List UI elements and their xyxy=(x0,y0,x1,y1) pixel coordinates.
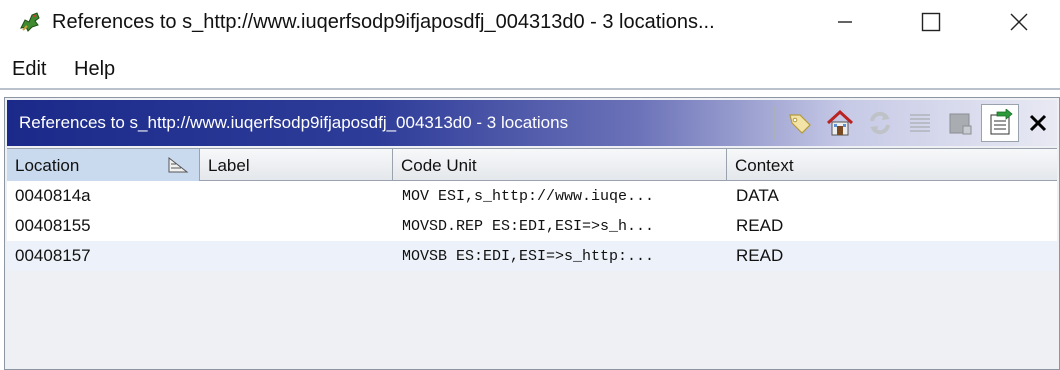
minimize-icon[interactable] xyxy=(822,0,868,44)
cell-location: 0040814a xyxy=(15,186,91,205)
column-label-label: Label xyxy=(208,156,250,175)
column-label-context: Context xyxy=(735,156,794,175)
column-header-label[interactable]: Label xyxy=(200,149,393,181)
cell-code-unit: MOVSD.REP ES:EDI,ESI=>s_h... xyxy=(402,218,655,235)
ghidra-dragon-icon xyxy=(18,10,42,34)
references-table: Location Label Code Unit Context 0040814… xyxy=(7,148,1057,271)
snapshot-icon[interactable] xyxy=(941,104,979,142)
panel-close-icon[interactable] xyxy=(1021,104,1055,142)
cell-code-unit: MOV ESI,s_http://www.iuqe... xyxy=(402,188,655,205)
close-icon[interactable] xyxy=(996,0,1042,44)
menu-bar: Edit Help xyxy=(0,56,1060,84)
cell-location: 00408155 xyxy=(15,216,91,235)
column-header-location[interactable]: Location xyxy=(7,149,200,181)
panel-title: References to s_http://www.iuqerfsodp9if… xyxy=(19,113,569,132)
list-icon[interactable] xyxy=(901,104,939,142)
table-row[interactable]: 00408157 MOVSB ES:EDI,ESI=>s_http:... RE… xyxy=(7,241,1057,271)
table-row[interactable]: 0040814a MOV ESI,s_http://www.iuqe... DA… xyxy=(7,181,1057,211)
refresh-icon[interactable] xyxy=(861,104,899,142)
table-row[interactable]: 00408155 MOVSD.REP ES:EDI,ESI=>s_h... RE… xyxy=(7,211,1057,241)
column-label-code-unit: Code Unit xyxy=(401,156,477,175)
tag-icon[interactable] xyxy=(781,104,819,142)
window-titlebar: References to s_http://www.iuqerfsodp9if… xyxy=(0,0,1060,46)
table-header: Location Label Code Unit Context xyxy=(7,148,1057,181)
cell-code-unit: MOVSB ES:EDI,ESI=>s_http:... xyxy=(402,248,655,265)
export-icon[interactable] xyxy=(981,104,1019,142)
menu-edit[interactable]: Edit xyxy=(12,58,46,81)
references-panel: References to s_http://www.iuqerfsodp9if… xyxy=(4,97,1060,370)
toolbar-divider xyxy=(773,106,775,140)
column-label-location: Location xyxy=(15,156,80,175)
cell-context: READ xyxy=(736,216,784,235)
sort-ascending-icon xyxy=(167,156,189,179)
column-header-code-unit[interactable]: Code Unit xyxy=(393,149,727,181)
table-empty-area xyxy=(7,272,1057,368)
maximize-icon[interactable] xyxy=(908,0,954,44)
cell-location: 00408157 xyxy=(15,246,91,265)
home-icon[interactable] xyxy=(821,104,859,142)
cell-context: READ xyxy=(736,246,784,265)
panel-toolbar xyxy=(771,102,1057,144)
menu-divider xyxy=(0,88,1060,90)
column-header-context[interactable]: Context xyxy=(727,149,1057,181)
window-title: References to s_http://www.iuqerfsodp9if… xyxy=(52,11,715,33)
menu-help[interactable]: Help xyxy=(74,58,115,81)
cell-context: DATA xyxy=(736,186,779,205)
panel-header: References to s_http://www.iuqerfsodp9if… xyxy=(7,100,1057,146)
